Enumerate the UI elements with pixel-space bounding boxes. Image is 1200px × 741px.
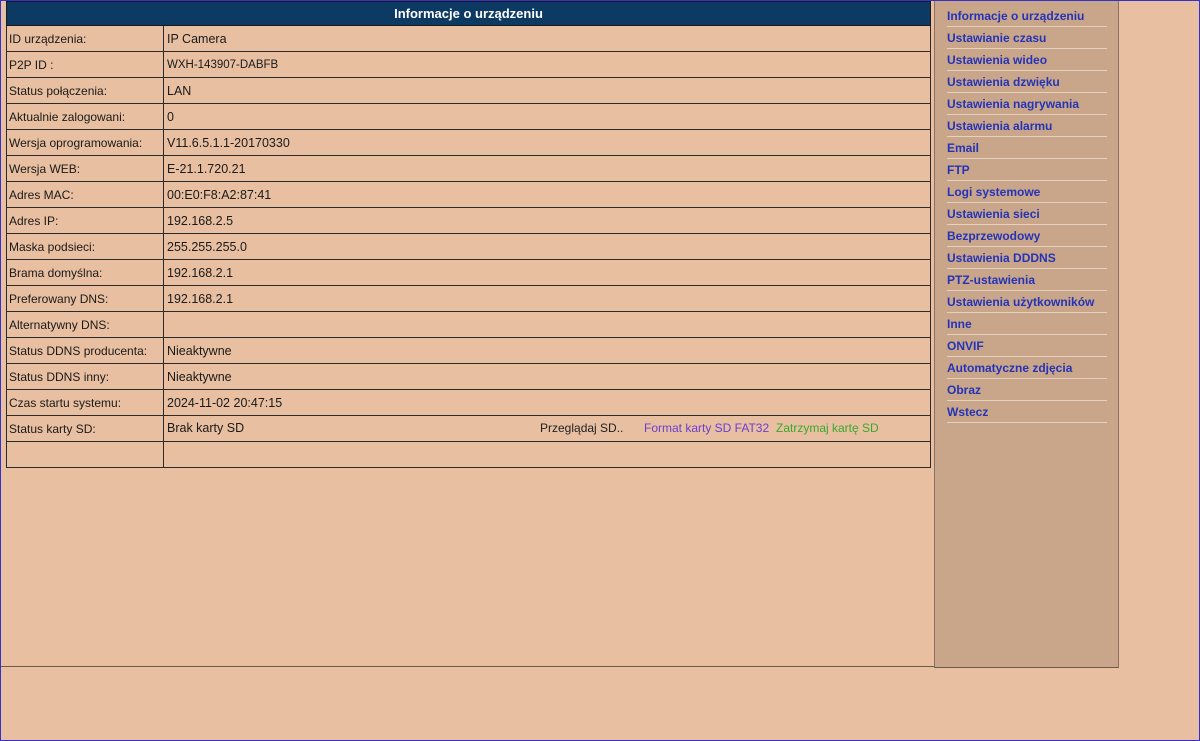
empty-row [6,441,931,468]
sidebar-item-recording-settings[interactable]: Ustawienia nagrywania [947,93,1107,115]
row-label: Status DDNS producenta: [6,337,164,364]
table-row: Wersja oprogramowania: V11.6.5.1.1-20170… [6,129,931,156]
row-label: P2P ID : [6,51,164,78]
sidebar-item-email[interactable]: Email [947,137,1107,159]
row-value: 00:E0:F8:A2:87:41 [163,181,931,208]
row-value: V11.6.5.1.1-20170330 [163,129,931,156]
row-label: Czas startu systemu: [6,389,164,416]
row-value: 192.168.2.1 [163,259,931,286]
browse-sd-link[interactable]: Przeglądaj SD.. [540,421,623,435]
row-label: ID urządzenia: [6,25,164,52]
row-label: Adres MAC: [6,181,164,208]
sidebar-item-ddns-settings[interactable]: Ustawienia DDDNS [947,247,1107,269]
empty-cell [163,441,931,468]
main-content: Informacje o urządzeniu ID urządzenia: I… [1,1,935,667]
sidebar-item-alarm-settings[interactable]: Ustawienia alarmu [947,115,1107,137]
sidebar-item-image[interactable]: Obraz [947,379,1107,401]
sidebar-item-user-settings[interactable]: Ustawienia użytkowników [947,291,1107,313]
sidebar-item-device-info[interactable]: Informacje o urządzeniu [947,5,1107,27]
row-label: Adres IP: [6,207,164,234]
table-row: ID urządzenia: IP Camera [6,25,931,52]
row-value [163,311,931,338]
sidebar-menu: Informacje o urządzeniu Ustawianie czasu… [934,1,1119,668]
row-label: Status karty SD: [6,415,164,442]
sidebar-item-ftp[interactable]: FTP [947,159,1107,181]
row-value: IP Camera [163,25,931,52]
sidebar-item-ptz-settings[interactable]: PTZ-ustawienia [947,269,1107,291]
table-row: Status połączenia: LAN [6,77,931,104]
row-label: Brama domyślna: [6,259,164,286]
table-row: Maska podsieci: 255.255.255.0 [6,233,931,260]
table-row: P2P ID : WXH-143907-DABFB [6,51,931,78]
row-value: LAN [163,77,931,104]
row-value: 0 [163,103,931,130]
row-value: Nieaktywne [163,363,931,390]
sd-status-cell: Brak karty SD Przeglądaj SD.. Format kar… [163,415,931,442]
table-row: Brama domyślna: 192.168.2.1 [6,259,931,286]
row-label: Status DDNS inny: [6,363,164,390]
empty-cell [6,441,164,468]
row-value: 192.168.2.5 [163,207,931,234]
table-row: Alternatywny DNS: [6,311,931,338]
sidebar-item-auto-snapshots[interactable]: Automatyczne zdjęcia [947,357,1107,379]
row-value: 2024-11-02 20:47:15 [163,389,931,416]
table-row: Adres MAC: 00:E0:F8:A2:87:41 [6,181,931,208]
row-label: Wersja WEB: [6,155,164,182]
row-label: Alternatywny DNS: [6,311,164,338]
row-value: 255.255.255.0 [163,233,931,260]
row-value: Nieaktywne [163,337,931,364]
row-value: WXH-143907-DABFB [163,51,931,78]
table-row: Preferowany DNS: 192.168.2.1 [6,285,931,312]
sidebar-item-audio-settings[interactable]: Ustawienia dzwięku [947,71,1107,93]
table-row: Status DDNS producenta: Nieaktywne [6,337,931,364]
sidebar-item-back[interactable]: Wstecz [947,401,1107,423]
sidebar-item-onvif[interactable]: ONVIF [947,335,1107,357]
sidebar-item-wireless[interactable]: Bezprzewodowy [947,225,1107,247]
sd-status-row: Status karty SD: Brak karty SD Przegląda… [6,415,931,442]
table-row: Czas startu systemu: 2024-11-02 20:47:15 [6,389,931,416]
row-label: Maska podsieci: [6,233,164,260]
sidebar-item-network-settings[interactable]: Ustawienia sieci [947,203,1107,225]
table-row: Status DDNS inny: Nieaktywne [6,363,931,390]
row-label: Aktualnie zalogowani: [6,103,164,130]
row-label: Wersja oprogramowania: [6,129,164,156]
sidebar-item-video-settings[interactable]: Ustawienia wideo [947,49,1107,71]
page-title: Informacje o urządzeniu [6,1,931,26]
table-row: Wersja WEB: E-21.1.720.21 [6,155,931,182]
format-sd-link[interactable]: Format karty SD FAT32 [644,421,769,435]
row-value: E-21.1.720.21 [163,155,931,182]
row-label: Status połączenia: [6,77,164,104]
sidebar-item-system-logs[interactable]: Logi systemowe [947,181,1107,203]
table-row: Aktualnie zalogowani: 0 [6,103,931,130]
row-label: Preferowany DNS: [6,285,164,312]
sidebar-item-other[interactable]: Inne [947,313,1107,335]
table-row: Adres IP: 192.168.2.5 [6,207,931,234]
device-info-table: Informacje o urządzeniu ID urządzenia: I… [6,1,931,468]
stop-sd-link[interactable]: Zatrzymaj kartę SD [776,421,879,435]
row-value: 192.168.2.1 [163,285,931,312]
sidebar-item-time-settings[interactable]: Ustawianie czasu [947,27,1107,49]
sd-status-value: Brak karty SD [167,421,245,435]
